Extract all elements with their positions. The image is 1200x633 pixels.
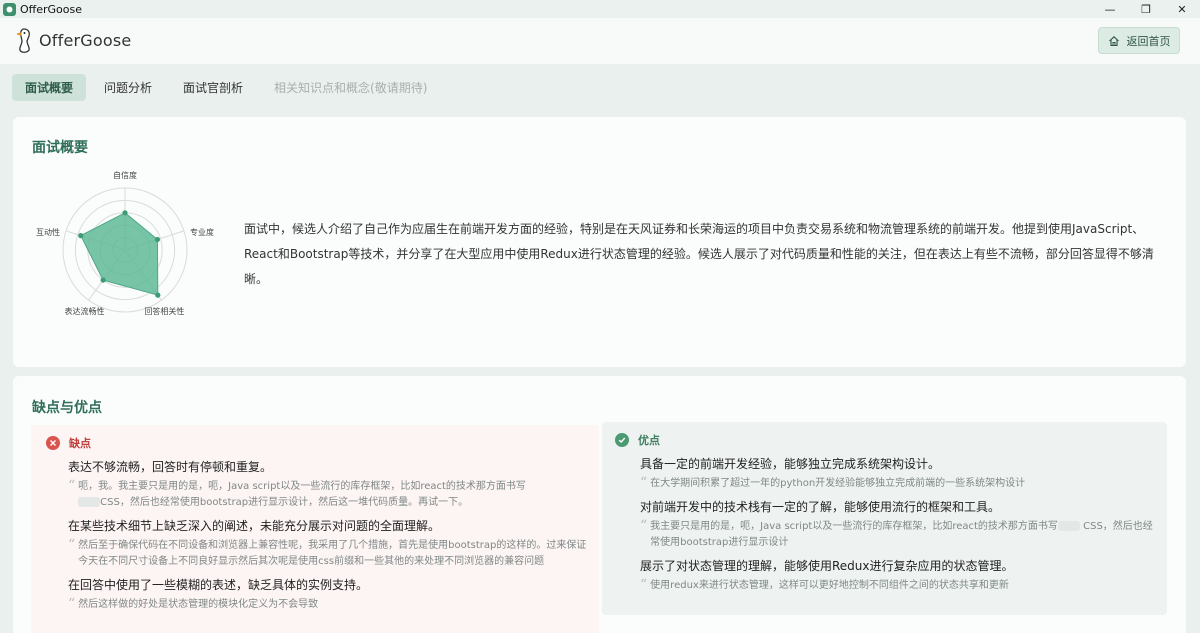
- window-titlebar: OfferGoose — ❐ ✕: [0, 0, 1200, 18]
- cross-icon: [46, 436, 60, 450]
- app-header: OfferGoose 返回首页: [0, 18, 1200, 64]
- pros-header: 优点: [615, 432, 660, 448]
- cons-header: 缺点: [46, 435, 91, 451]
- tab-interviewer-analysis[interactable]: 面试官剖析: [170, 74, 256, 101]
- cons-item-quote: “ 然后至于确保代码在不同设备和浏览器上兼容性呢，我采用了几个措施，首先是使用b…: [68, 538, 588, 570]
- cons-item-title: 在某些技术细节上缺乏深入的阐述，未能充分展示对问题的全面理解。: [68, 519, 441, 533]
- pros-item-quote: “ 我主要只是用的是，呃，Java script以及一些流行的库存框架，比如re…: [640, 519, 1155, 551]
- quote-icon: “: [68, 537, 76, 553]
- pros-item-title: 具备一定的前端开发经验，能够独立完成系统架构设计。: [640, 457, 941, 471]
- tab-bar: 面试概要 问题分析 面试官剖析 相关知识点和概念(敬请期待): [12, 74, 445, 101]
- pros-label: 优点: [638, 434, 660, 447]
- radar-data-point: [155, 292, 161, 298]
- cons-item-title: 表达不够流畅，回答时有停顿和重复。: [68, 460, 273, 474]
- cons-item-quote: “ 呃，我。我主要只是用的是，呃，Java script以及一些流行的库存框架，…: [68, 479, 588, 511]
- list-item: 展示了对状态管理的理解，能够使用Redux进行复杂应用的状态管理。 “ 使用re…: [640, 557, 1155, 594]
- app-icon: [3, 2, 16, 16]
- list-item: 在回答中使用了一些模糊的表述，缺乏具体的实例支持。 “ 然后这样做的好处是状态管…: [68, 576, 588, 613]
- list-item: 对前端开发中的技术栈有一定的了解，能够使用流行的框架和工具。 “ 我主要只是用的…: [640, 498, 1155, 551]
- cons-list: 表达不够流畅，回答时有停顿和重复。 “ 呃，我。我主要只是用的是，呃，Java …: [68, 458, 588, 619]
- quote-icon: “: [68, 478, 76, 494]
- minimize-button[interactable]: —: [1092, 0, 1128, 18]
- pros-item-title: 对前端开发中的技术栈有一定的了解，能够使用流行的框架和工具。: [640, 500, 1001, 514]
- radar-data-area: [80, 212, 159, 296]
- pros-panel: 优点 具备一定的前端开发经验，能够独立完成系统架构设计。 “ 在大学期间积累了超…: [602, 422, 1167, 615]
- overview-card: 面试概要 自信度专业度回答相关性 表达流畅性 互动性 面试中，候选人介绍了自己作为应…: [13, 117, 1186, 367]
- quote-icon: “: [640, 577, 648, 593]
- quote-text: 使用redux来进行状态管理，这样可以更好地控制不同组件之间的状态共享和更新: [650, 580, 1009, 591]
- quote-icon: “: [68, 596, 76, 612]
- overview-title: 面试概要: [32, 140, 88, 156]
- quote-text: 然后这样做的好处是状态管理的模块化定义为不会导致: [78, 599, 319, 610]
- quote-text: 然后至于确保代码在不同设备和浏览器上兼容性呢，我采用了几个措施，首先是使用boo…: [78, 540, 587, 567]
- quote-text: CSS，然后也经常使用bootstrap进行显示设计，然后这一堆代码质量。再试一…: [100, 497, 469, 508]
- quote-text: 呃，我。我主要只是用的是，呃，Java script以及一些流行的库存框架，比如…: [78, 481, 526, 492]
- pros-item-quote: “ 使用redux来进行状态管理，这样可以更好地控制不同组件之间的状态共享和更新: [640, 578, 1155, 594]
- tab-question-analysis[interactable]: 问题分析: [91, 74, 165, 101]
- cons-label: 缺点: [69, 437, 91, 450]
- radar-axis-label: 专业度: [190, 227, 214, 237]
- pros-cons-title: 缺点与优点: [32, 400, 102, 416]
- quote-text: 我主要只是用的是，呃，Java script以及一些流行的库存框架，比如reac…: [650, 521, 1058, 532]
- radar-axis-label: 互动性: [36, 227, 60, 237]
- window-title: OfferGoose: [20, 2, 83, 16]
- radar-axis-label: 自信度: [113, 170, 137, 180]
- pros-list: 具备一定的前端开发经验，能够独立完成系统架构设计。 “ 在大学期间积累了超过一年…: [640, 455, 1155, 600]
- overview-summary: 面试中，候选人介绍了自己作为应届生在前端开发方面的经验，特别是在天风证券和长荣海…: [244, 222, 1154, 286]
- radar-data-point: [100, 277, 106, 283]
- pros-item-quote: “ 在大学期间积累了超过一年的python开发经验能够独立完成前端的一些系统架构…: [640, 476, 1155, 492]
- radar-data-point: [154, 236, 161, 243]
- list-item: 在某些技术细节上缺乏深入的阐述，未能充分展示对问题的全面理解。 “ 然后至于确保…: [68, 517, 588, 570]
- radar-chart: 自信度专业度回答相关性 表达流畅性 互动性: [36, 170, 214, 316]
- goose-icon: [16, 28, 30, 53]
- maximize-button[interactable]: ❐: [1128, 0, 1164, 18]
- tab-related-knowledge: 相关知识点和概念(敬请期待): [274, 81, 428, 95]
- radar-data-point: [122, 210, 128, 216]
- close-button[interactable]: ✕: [1164, 0, 1200, 18]
- cons-panel: 缺点 表达不够流畅，回答时有停顿和重复。 “ 呃，我。我主要只是用的是，呃，Ja…: [31, 425, 599, 633]
- list-item: 表达不够流畅，回答时有停顿和重复。 “ 呃，我。我主要只是用的是，呃，Java …: [68, 458, 588, 511]
- back-home-label: 返回首页: [1126, 34, 1171, 48]
- cons-item-quote: “ 然后这样做的好处是状态管理的模块化定义为不会导致: [68, 597, 588, 613]
- quote-text: 在大学期间积累了超过一年的python开发经验能够独立完成前端的一些系统架构设计: [650, 478, 1026, 489]
- back-home-button[interactable]: 返回首页: [1098, 27, 1180, 54]
- logo-text: OfferGoose: [39, 30, 132, 50]
- blurred-text: [1057, 521, 1080, 531]
- quote-icon: “: [640, 518, 648, 534]
- home-icon: [1108, 35, 1119, 46]
- pros-cons-card: 缺点与优点 缺点 表达不够流畅，回答时有停顿和重复。 “ 呃，我。我主要只是用的…: [13, 376, 1186, 633]
- radar-data-point: [78, 233, 84, 239]
- quote-icon: “: [640, 475, 648, 491]
- radar-axis-label: 回答相关性: [144, 306, 184, 316]
- list-item: 具备一定的前端开发经验，能够独立完成系统架构设计。 “ 在大学期间积累了超过一年…: [640, 455, 1155, 492]
- radar-axis-label: 表达流畅性: [65, 306, 105, 316]
- cons-item-title: 在回答中使用了一些模糊的表述，缺乏具体的实例支持。: [68, 578, 369, 592]
- check-icon: [615, 433, 629, 447]
- logo[interactable]: OfferGoose: [15, 26, 131, 54]
- blurred-text: [78, 497, 101, 507]
- tab-interview-overview[interactable]: 面试概要: [12, 74, 87, 101]
- pros-item-title: 展示了对状态管理的理解，能够使用Redux进行复杂应用的状态管理。: [640, 559, 1014, 573]
